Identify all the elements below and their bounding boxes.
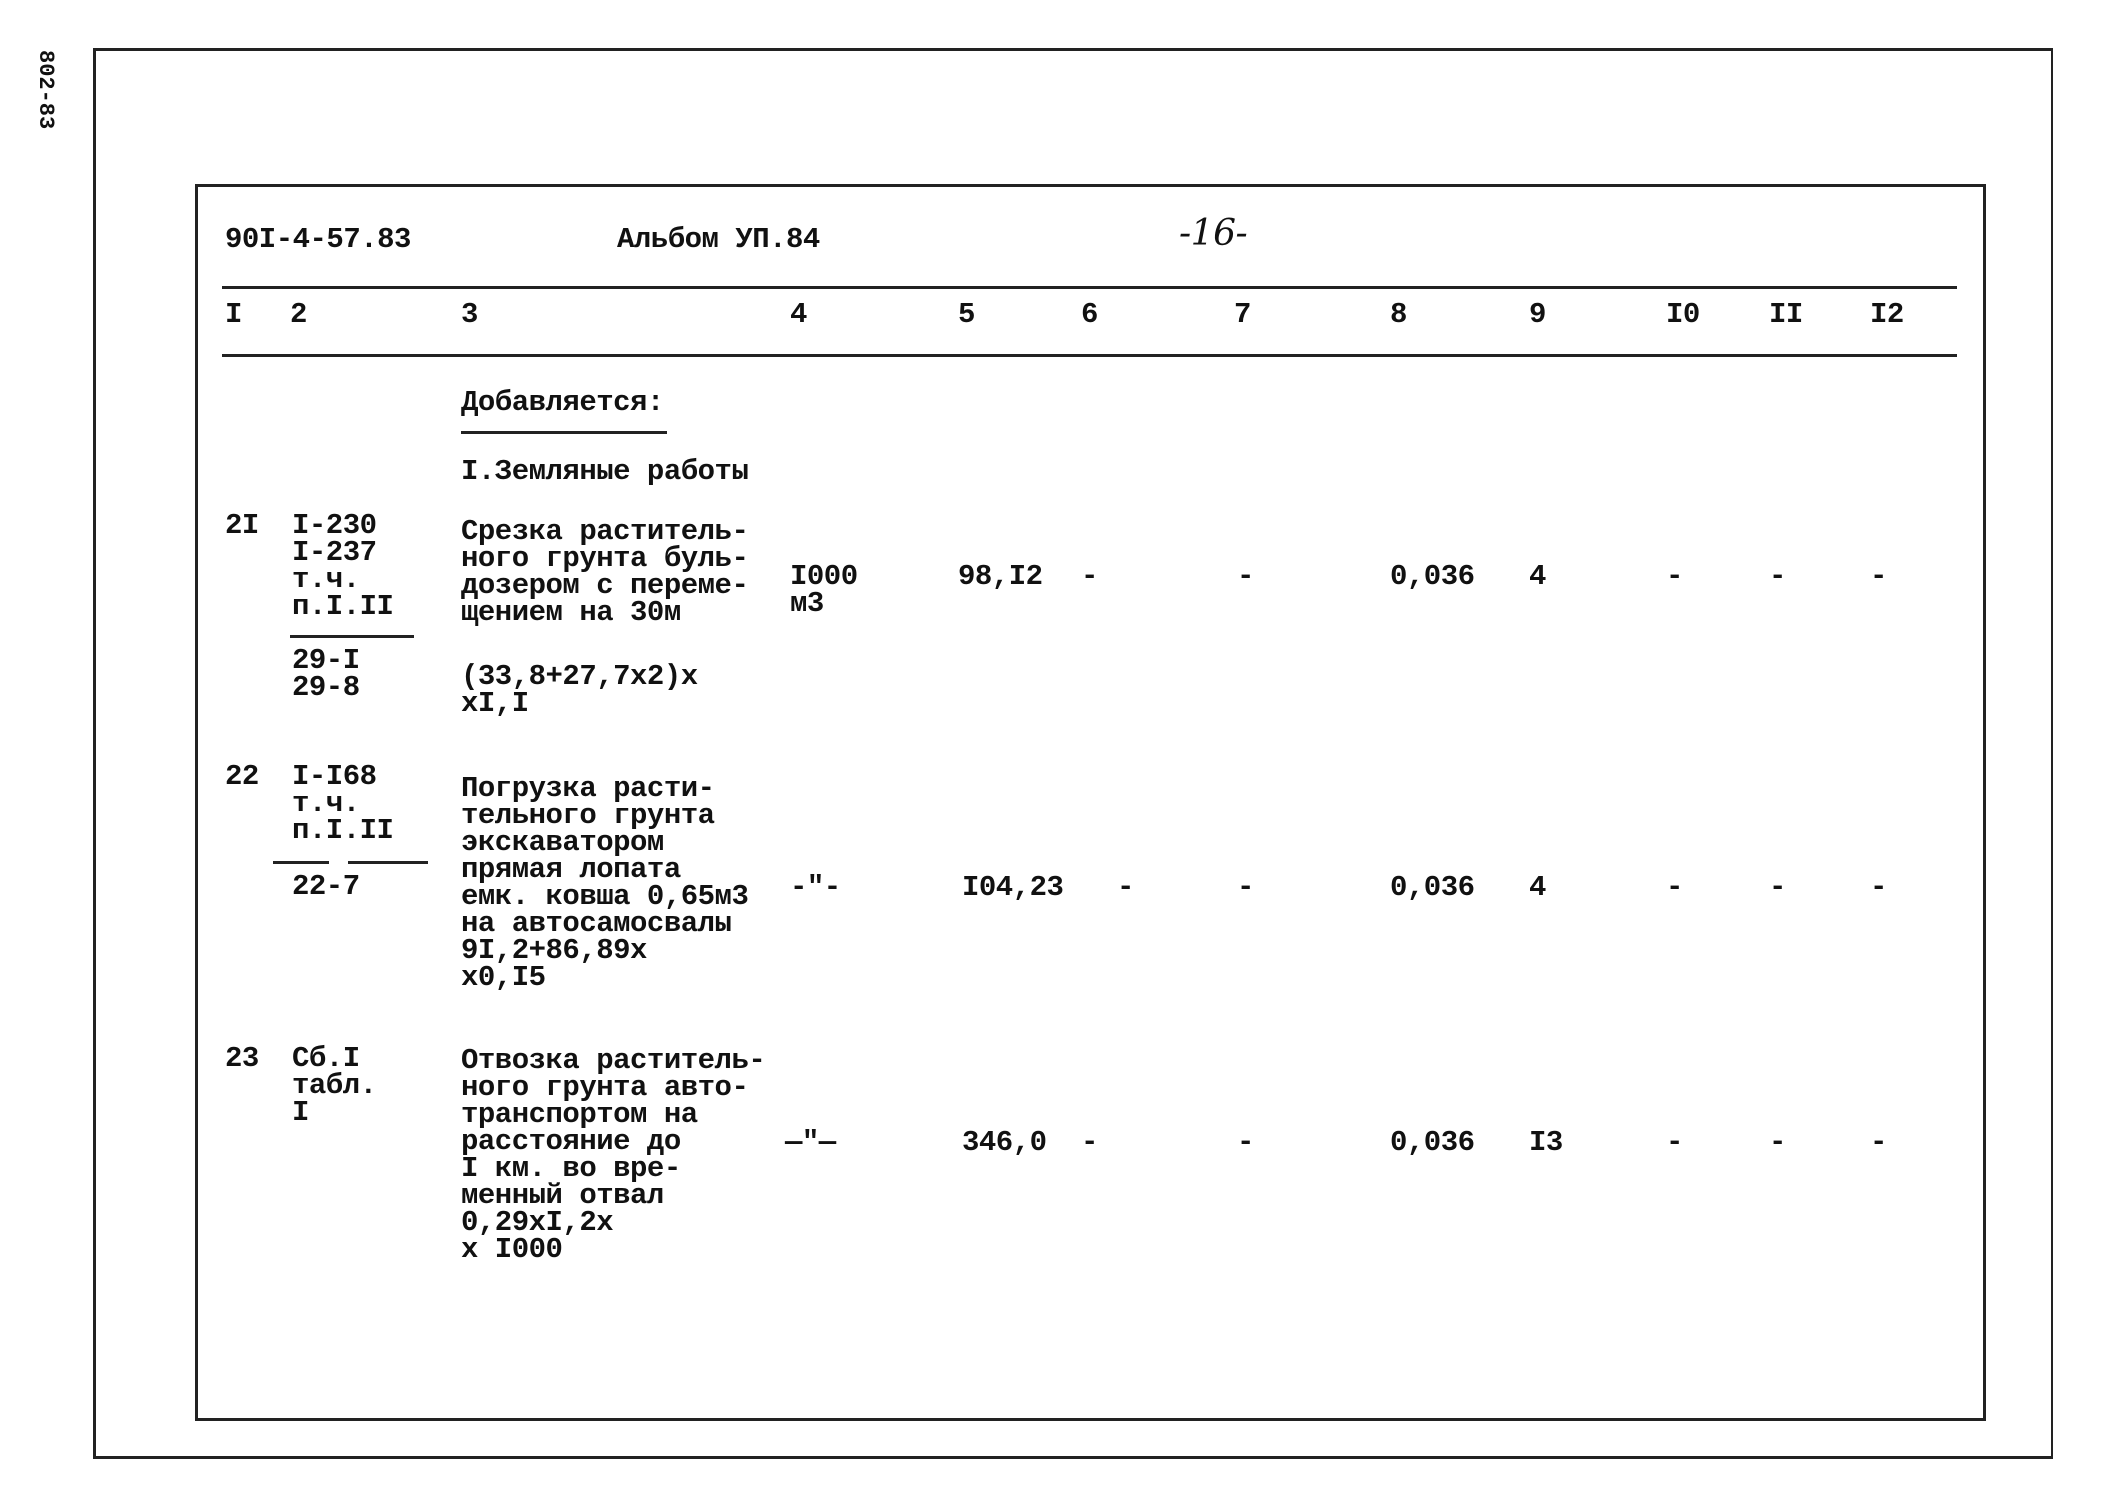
col12-value: - (1870, 560, 1887, 593)
reference-divider (290, 635, 414, 638)
archive-stamp: 802-83 (33, 50, 58, 130)
unit: -"- (790, 871, 841, 904)
header-rule-top (222, 286, 1957, 289)
intro-underline (461, 431, 667, 434)
col11-value: - (1769, 871, 1786, 904)
col-header-11: II (1769, 298, 1803, 331)
norm-reference: I-I68 т.ч. п.I.II (292, 760, 394, 847)
col11-value: - (1769, 1126, 1786, 1159)
col11-value: - (1769, 560, 1786, 593)
row-number: 23 (225, 1042, 259, 1075)
quantity-formula: (33,8+27,7х2)х хI,I (461, 660, 698, 720)
col9-value: 4 (1529, 560, 1546, 593)
unit: I000 м3 (790, 560, 858, 620)
work-description: Отвозка раститель- ного грунта авто- тра… (461, 1044, 766, 1266)
row-number: 22 (225, 760, 259, 793)
work-description: Погрузка расти- тельного грунта экскават… (461, 772, 749, 994)
reference-divider (348, 861, 428, 864)
col12-value: - (1870, 871, 1887, 904)
col-header-6: 6 (1081, 298, 1098, 331)
col-header-8: 8 (1390, 298, 1407, 331)
col-header-7: 7 (1234, 298, 1251, 331)
page-number: -16- (1179, 213, 1248, 254)
header-rule-bottom (222, 354, 1957, 357)
col9-value: 4 (1529, 871, 1546, 904)
col12-value: - (1870, 1126, 1887, 1159)
work-description: Срезка раститель- ного грунта буль- дозе… (461, 515, 749, 629)
col10-value: - (1666, 560, 1683, 593)
col7-value: - (1237, 1126, 1254, 1159)
row-number: 2I (225, 509, 259, 542)
col9-value: I3 (1529, 1126, 1563, 1159)
col10-value: - (1666, 871, 1683, 904)
section-title: I.Земляные работы (461, 455, 749, 488)
col-header-4: 4 (790, 298, 807, 331)
col-header-2: 2 (290, 298, 307, 331)
price-reference: 22-7 (292, 870, 360, 903)
col6-value: - (1081, 560, 1098, 593)
col5-value: 346,0 (962, 1126, 1047, 1159)
col10-value: - (1666, 1126, 1683, 1159)
col-header-5: 5 (958, 298, 975, 331)
reference-divider (273, 861, 329, 864)
col6-value: - (1117, 871, 1134, 904)
col8-value: 0,036 (1390, 560, 1475, 593)
col-header-9: 9 (1529, 298, 1546, 331)
col-header-1: I (225, 298, 242, 331)
norm-reference: I-230 I-237 т.ч. п.I.II (292, 509, 394, 623)
col8-value: 0,036 (1390, 1126, 1475, 1159)
doc-code: 90I-4-57.83 (225, 223, 411, 256)
col-header-3: 3 (461, 298, 478, 331)
price-reference: 29-I 29-8 (292, 644, 360, 704)
unit: —"— (785, 1126, 836, 1159)
col5-value: I04,23 (962, 871, 1064, 904)
intro-label: Добавляется: (461, 386, 664, 419)
col7-value: - (1237, 560, 1254, 593)
col-header-12: I2 (1870, 298, 1904, 331)
col6-value: - (1081, 1126, 1098, 1159)
col5-value: 98,I2 (958, 560, 1043, 593)
norm-reference: Сб.I табл. I (292, 1042, 377, 1129)
album-label: Альбом УП.84 (617, 223, 820, 256)
col-header-10: I0 (1666, 298, 1700, 331)
col8-value: 0,036 (1390, 871, 1475, 904)
col7-value: - (1237, 871, 1254, 904)
